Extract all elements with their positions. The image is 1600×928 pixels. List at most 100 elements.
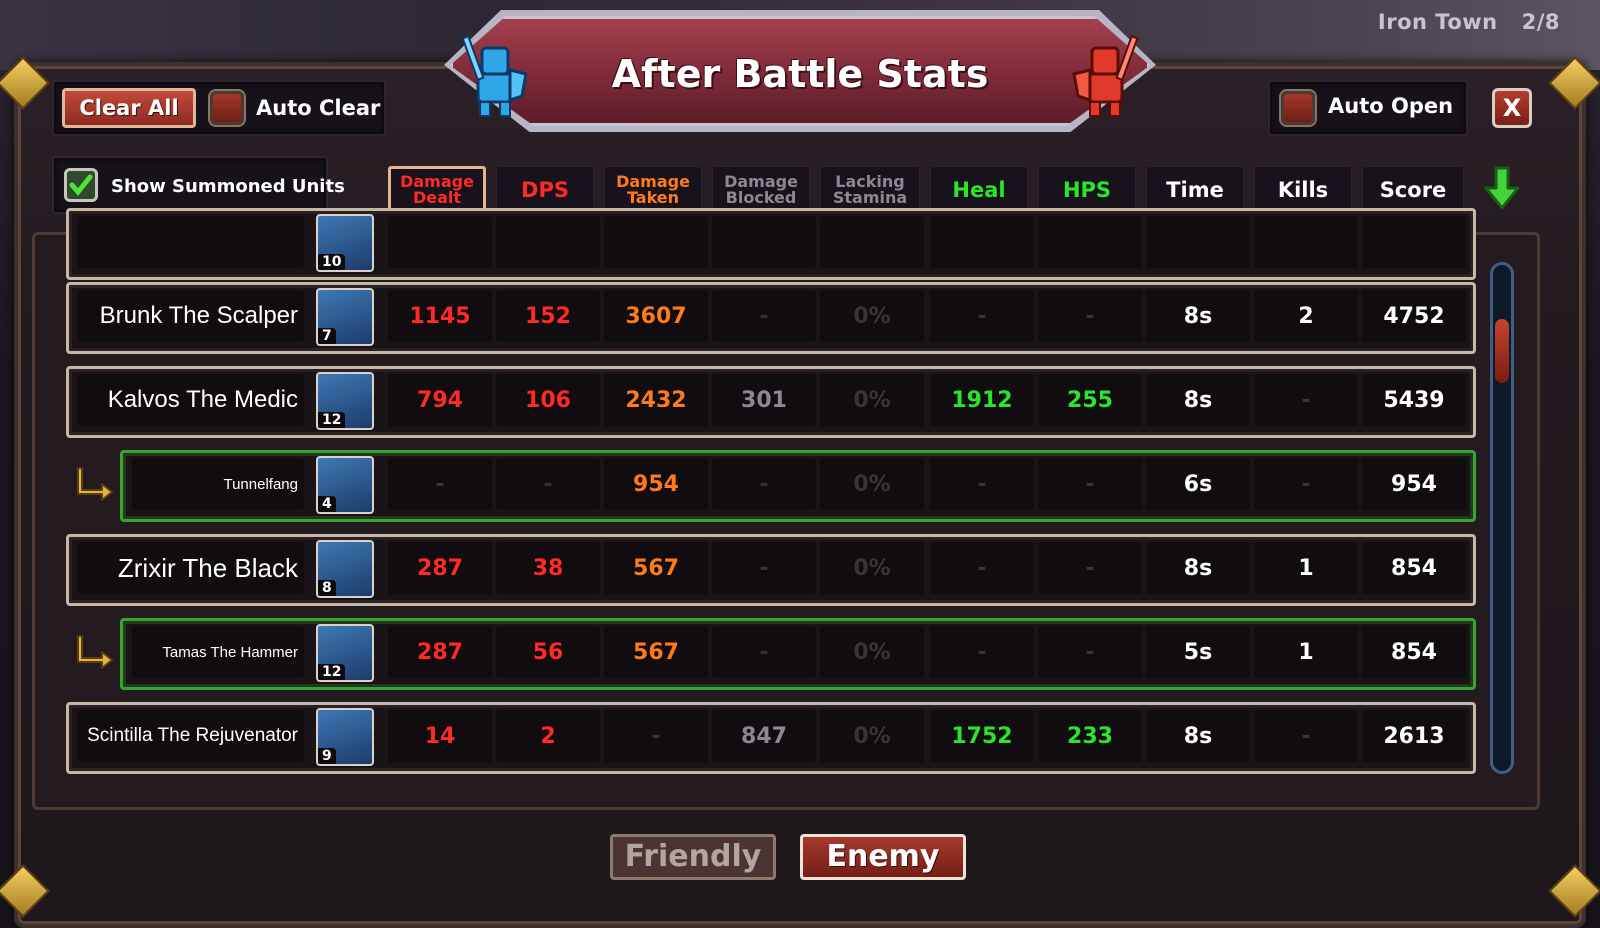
scintilla-portrait[interactable]: 9 <box>316 708 374 766</box>
cell-damage-blocked: - <box>712 626 816 678</box>
unit-name <box>78 216 304 268</box>
unit-name: Zrixir The Black <box>78 542 304 594</box>
unit-level: 12 <box>318 412 346 428</box>
sort-down-arrow-icon[interactable] <box>1484 166 1520 210</box>
unit-level: 12 <box>318 664 346 680</box>
cell-score: 954 <box>1362 458 1466 510</box>
cell-damage-blocked <box>712 216 816 268</box>
cell-score: 2613 <box>1362 710 1466 762</box>
unit-level: 8 <box>318 580 336 596</box>
cell-hps: - <box>1038 626 1142 678</box>
cell-damage-dealt <box>388 216 492 268</box>
cell-kills: - <box>1254 458 1358 510</box>
cell-dps: 2 <box>496 710 600 762</box>
cell-damage-blocked: 847 <box>712 710 816 762</box>
cell-heal: - <box>930 290 1034 342</box>
cell-time <box>1146 216 1250 268</box>
cell-time: 8s <box>1146 374 1250 426</box>
cell-damage-taken: 2432 <box>604 374 708 426</box>
col-dps[interactable]: DPS <box>496 166 594 214</box>
col-damage-taken[interactable]: Damage Taken <box>604 166 702 214</box>
cell-damage-dealt: 287 <box>388 542 492 594</box>
unit-level: 10 <box>318 254 346 270</box>
cell-damage-blocked: 301 <box>712 374 816 426</box>
cell-hps: - <box>1038 542 1142 594</box>
hero-portrait[interactable]: 10 <box>316 214 374 272</box>
kalvos-portrait[interactable]: 12 <box>316 372 374 430</box>
col-lacking-stamina[interactable]: Lacking Stamina <box>820 166 920 214</box>
col-heal[interactable]: Heal <box>930 166 1028 214</box>
col-time[interactable]: Time <box>1146 166 1244 214</box>
cell-hps: - <box>1038 290 1142 342</box>
col-hps[interactable]: HPS <box>1038 166 1136 214</box>
unit-name: Tamas The Hammer <box>132 626 304 678</box>
cell-kills: 1 <box>1254 626 1358 678</box>
summon-arrow-icon <box>77 467 113 501</box>
cell-hps <box>1038 216 1142 268</box>
cell-damage-dealt: - <box>388 458 492 510</box>
cell-damage-taken: 567 <box>604 542 708 594</box>
cell-damage-taken: - <box>604 710 708 762</box>
auto-clear-label: Auto Clear <box>256 96 381 120</box>
cell-dps: 106 <box>496 374 600 426</box>
cell-hps: 233 <box>1038 710 1142 762</box>
cell-damage-taken: 3607 <box>604 290 708 342</box>
location-label: Iron Town 2/8 <box>1378 10 1560 34</box>
show-summoned-label: Show Summoned Units <box>111 176 345 197</box>
auto-clear-toggle[interactable] <box>210 91 244 125</box>
cell-dps: - <box>496 458 600 510</box>
auto-open-label: Auto Open <box>1328 94 1454 118</box>
cell-lacking-stamina: 0% <box>820 626 924 678</box>
cell-dps <box>496 216 600 268</box>
summon-arrow-icon <box>77 635 113 669</box>
cell-heal: 1912 <box>930 374 1034 426</box>
cell-damage-dealt: 287 <box>388 626 492 678</box>
cell-damage-dealt: 1145 <box>388 290 492 342</box>
col-score[interactable]: Score <box>1362 166 1464 214</box>
col-damage-blocked[interactable]: Damage Blocked <box>712 166 810 214</box>
cell-lacking-stamina: 0% <box>820 290 924 342</box>
clear-all-button[interactable]: Clear All <box>62 88 196 128</box>
scrollbar[interactable] <box>1490 262 1514 774</box>
cell-hps: - <box>1038 458 1142 510</box>
cell-time: 8s <box>1146 710 1250 762</box>
unit-name: Brunk The Scalper <box>78 290 304 342</box>
cell-kills: 2 <box>1254 290 1358 342</box>
show-summoned-checkbox[interactable] <box>64 168 98 202</box>
cell-lacking-stamina <box>820 216 924 268</box>
unit-name: Kalvos The Medic <box>78 374 304 426</box>
cell-lacking-stamina: 0% <box>820 542 924 594</box>
cell-heal: 1752 <box>930 710 1034 762</box>
cell-damage-dealt: 794 <box>388 374 492 426</box>
cell-hps: 255 <box>1038 374 1142 426</box>
cell-lacking-stamina: 0% <box>820 374 924 426</box>
location-name: Iron Town <box>1377 10 1498 34</box>
zrixir-portrait[interactable]: 8 <box>316 540 374 598</box>
unit-name: Tunnelfang <box>132 458 304 510</box>
close-button[interactable]: X <box>1492 88 1532 128</box>
cell-time: 8s <box>1146 542 1250 594</box>
unit-name: Scintilla The Rejuvenator <box>78 710 304 762</box>
cell-kills: - <box>1254 374 1358 426</box>
unit-level: 4 <box>318 496 336 512</box>
tab-friendly[interactable]: Friendly <box>610 834 776 880</box>
auto-open-toggle[interactable] <box>1281 91 1315 125</box>
cell-damage-taken: 567 <box>604 626 708 678</box>
tamas-portrait[interactable]: 12 <box>316 624 374 682</box>
scrollbar-thumb[interactable] <box>1495 319 1509 383</box>
col-kills[interactable]: Kills <box>1254 166 1352 214</box>
cell-dps: 56 <box>496 626 600 678</box>
tunnelfang-portrait[interactable]: 4 <box>316 456 374 514</box>
cell-heal: - <box>930 626 1034 678</box>
col-damage-dealt[interactable]: Damage Dealt <box>388 166 486 214</box>
brunk-portrait[interactable]: 7 <box>316 288 374 346</box>
cell-heal: - <box>930 458 1034 510</box>
cell-kills: - <box>1254 710 1358 762</box>
cell-damage-taken: 954 <box>604 458 708 510</box>
location-progress: 2/8 <box>1521 10 1560 34</box>
cell-heal: - <box>930 542 1034 594</box>
cell-dps: 152 <box>496 290 600 342</box>
tab-enemy[interactable]: Enemy <box>800 834 966 880</box>
title-banner: After Battle Stats <box>410 6 1190 136</box>
cell-damage-blocked: - <box>712 290 816 342</box>
